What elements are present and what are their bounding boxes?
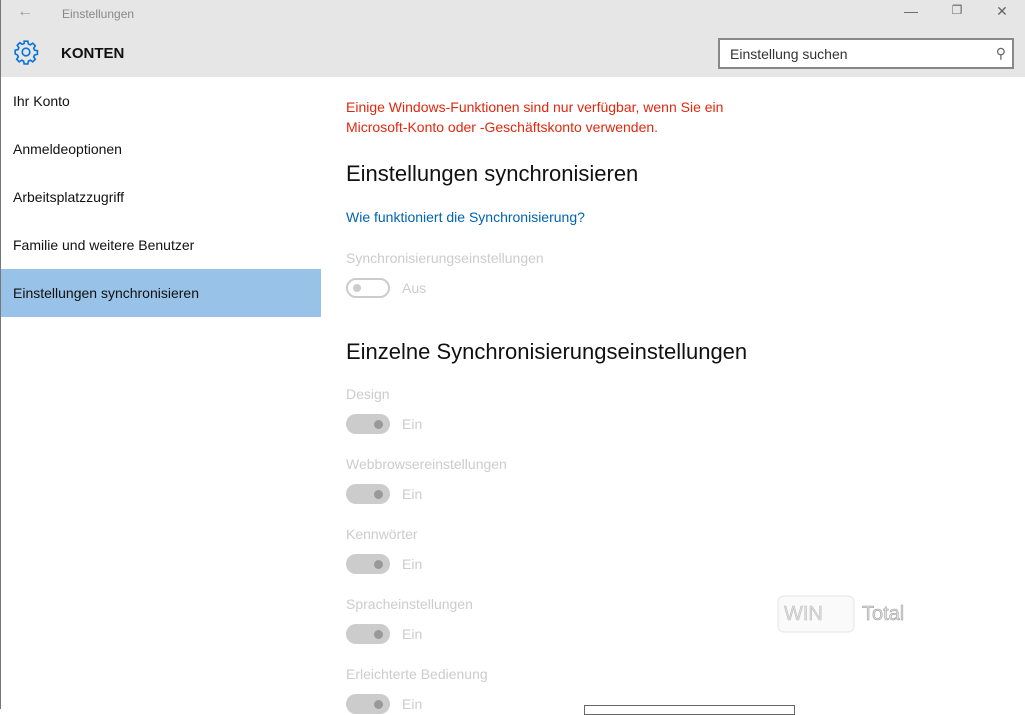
svg-text:WIN: WIN xyxy=(784,603,823,625)
sidebar-item-anmeldeoptionen[interactable]: Anmeldeoptionen xyxy=(1,125,321,173)
section-heading-sync: Einstellungen synchronisieren xyxy=(346,161,639,186)
title-bar: ← Einstellungen — ❐ ✕ xyxy=(1,0,1025,28)
sidebar: Ihr Konto Anmeldeoptionen Arbeitsplatzzu… xyxy=(1,77,321,709)
header: KONTEN ⚲ xyxy=(1,28,1025,77)
accessibility-toggle[interactable] xyxy=(346,694,390,714)
search-box[interactable]: ⚲ xyxy=(718,38,1014,69)
sidebar-item-ihr-konto[interactable]: Ihr Konto xyxy=(1,77,321,125)
help-link[interactable]: Wie funktioniert die Synchronisierung? xyxy=(346,209,585,225)
sidebar-item-familie[interactable]: Familie und weitere Benutzer xyxy=(1,221,321,269)
passwords-toggle[interactable] xyxy=(346,554,390,574)
bottom-box xyxy=(584,705,795,715)
page-title: KONTEN xyxy=(61,45,125,62)
sidebar-item-arbeitsplatzzugriff[interactable]: Arbeitsplatzzugriff xyxy=(1,173,321,221)
item-label: Webbrowsereinstellungen xyxy=(346,456,507,472)
item-state: Ein xyxy=(402,486,423,502)
item-state: Ein xyxy=(402,626,423,642)
window-title: Einstellungen xyxy=(62,7,135,21)
minimize-button[interactable]: — xyxy=(901,3,921,19)
item-label: Design xyxy=(346,386,390,402)
item-state: Ein xyxy=(402,556,423,572)
language-toggle[interactable] xyxy=(346,624,390,644)
item-state: Ein xyxy=(402,416,423,432)
search-icon[interactable]: ⚲ xyxy=(996,45,1006,62)
browser-toggle[interactable] xyxy=(346,484,390,504)
svg-text:Total: Total xyxy=(862,603,904,625)
warning-text: Einige Windows-Funktionen sind nur verfü… xyxy=(346,99,724,135)
sync-state: Aus xyxy=(402,280,427,296)
sidebar-item-sync[interactable]: Einstellungen synchronisieren xyxy=(1,269,321,317)
gear-icon xyxy=(14,40,39,65)
item-state: Ein xyxy=(402,696,423,712)
close-button[interactable]: ✕ xyxy=(992,3,1012,20)
sync-toggle[interactable] xyxy=(346,278,390,298)
item-label: Spracheinstellungen xyxy=(346,596,473,612)
item-label: Erleichterte Bedienung xyxy=(346,666,488,682)
section-heading-individual: Einzelne Synchronisierungseinstellungen xyxy=(346,339,748,364)
item-label: Kennwörter xyxy=(346,526,418,542)
design-toggle[interactable] xyxy=(346,414,390,434)
sync-label: Synchronisierungseinstellungen xyxy=(346,250,544,266)
search-input[interactable] xyxy=(720,40,980,67)
watermark-logo: WIN Total xyxy=(777,595,905,633)
restore-button[interactable]: ❐ xyxy=(947,3,967,17)
back-arrow-icon[interactable]: ← xyxy=(17,3,33,21)
